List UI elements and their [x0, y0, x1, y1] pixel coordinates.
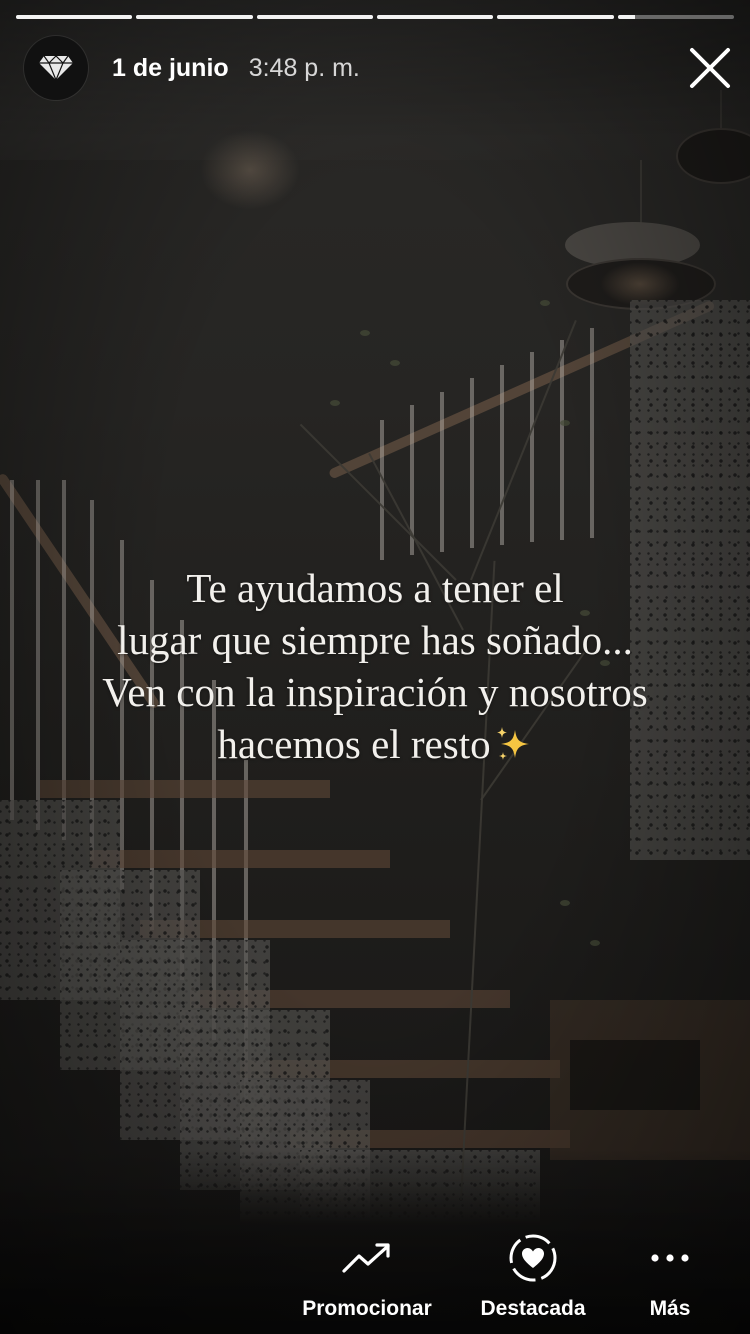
trending-up-icon — [342, 1243, 390, 1273]
more-label: Más — [649, 1297, 691, 1320]
progress-segment — [497, 15, 614, 19]
caption-last-line: hacemos el resto — [40, 718, 710, 770]
more-dots-icon — [651, 1254, 689, 1262]
caption-line: lugar que siempre has soñado... — [117, 617, 633, 663]
progress-segment-fill — [497, 15, 614, 19]
story-viewer[interactable]: 1 de junio 3:48 p. m. Te ayudamos a tene… — [0, 0, 750, 1334]
caption-line: hacemos el resto — [217, 721, 491, 767]
progress-segment — [376, 15, 494, 19]
progress-segment — [136, 15, 253, 19]
story-progress — [16, 15, 734, 19]
sparkles-icon — [496, 727, 529, 760]
diamond-icon — [39, 55, 73, 81]
progress-segment-fill — [16, 15, 133, 19]
avatar[interactable] — [24, 36, 88, 100]
close-button[interactable] — [686, 44, 734, 92]
story-caption: Te ayudamos a tener el lugar que siempre… — [40, 562, 710, 770]
progress-segment-fill — [617, 15, 636, 19]
more-button[interactable]: Más — [630, 1230, 710, 1321]
caption-line: Te ayudamos a tener el — [186, 565, 564, 611]
close-icon — [690, 48, 730, 88]
progress-segment — [256, 15, 373, 19]
progress-segment-fill — [256, 15, 373, 19]
promote-button[interactable]: Promocionar — [297, 1230, 437, 1321]
progress-segment-fill — [376, 15, 494, 19]
highlight-label: Destacada — [480, 1297, 586, 1320]
highlight-heart-icon — [509, 1234, 557, 1282]
story-header: 1 de junio 3:48 p. m. — [24, 36, 360, 100]
promote-label: Promocionar — [302, 1297, 432, 1320]
highlight-button[interactable]: Destacada — [470, 1230, 596, 1321]
story-time: 3:48 p. m. — [248, 53, 360, 82]
progress-segment — [16, 15, 133, 19]
caption-line: Ven con la inspiración y nosotros — [102, 669, 648, 715]
progress-segment — [617, 15, 734, 19]
progress-segment-fill — [136, 15, 253, 19]
story-date: 1 de junio — [112, 53, 229, 82]
